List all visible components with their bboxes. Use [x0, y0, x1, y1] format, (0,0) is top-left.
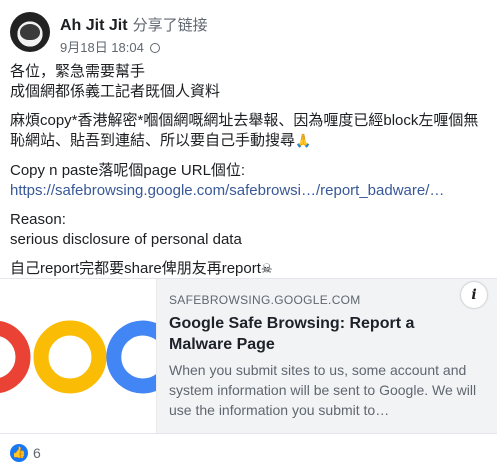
link-preview-info[interactable]: SAFEBROWSING.GOOGLE.COM Google Safe Brow…: [157, 279, 497, 433]
privacy-icon: [150, 43, 161, 53]
link-domain: SAFEBROWSING.GOOGLE.COM: [169, 293, 361, 307]
post-line: Reason:: [10, 211, 66, 228]
post-line: 恥網站、貼吾到連結、所以要自己手動搜尋🙏: [10, 132, 312, 149]
link-preview-card[interactable]: SAFEBROWSING.GOOGLE.COM Google Safe Brow…: [0, 278, 497, 434]
post-line: 麻煩copy*香港解密*嗰個網嘅網址去舉報、因為喱度已經block左喱個無: [10, 112, 479, 129]
post-line: Copy n paste落呢個page URL個位:: [10, 162, 246, 179]
skull-icon: ☠: [260, 262, 273, 277]
like-icon: 👍: [10, 444, 28, 462]
post-line: 成個網都係義工記者既個人資料: [10, 83, 221, 100]
post-text: 各位，緊急需要幫手 成個網都係義工記者既個人資料 麻煩copy*香港解密*嗰個網…: [10, 62, 490, 280]
post-timestamp[interactable]: 9月18日 18:04: [60, 37, 161, 56]
author-line: Ah Jit Jit 分享了链接: [60, 14, 208, 35]
share-action-text: 分享了链接: [132, 17, 208, 34]
link-preview-image[interactable]: [0, 279, 157, 433]
timestamp-text[interactable]: 9月18日 18:04: [60, 40, 144, 55]
avatar[interactable]: [10, 12, 50, 52]
reaction-count[interactable]: 6: [33, 445, 41, 461]
author-name[interactable]: Ah Jit Jit: [60, 17, 128, 34]
google-logo-partial-icon: [0, 320, 156, 394]
pray-icon: 🙏: [295, 134, 312, 149]
link-title[interactable]: Google Safe Browsing: Report a Malware P…: [169, 313, 469, 355]
post-line: serious disclosure of personal data: [10, 231, 242, 248]
post-line: 各位，緊急需要幫手: [10, 63, 146, 80]
report-url-link[interactable]: https://safebrowsing.google.com/safebrow…: [10, 181, 490, 201]
link-description: When you submit sites to us, some accoun…: [169, 362, 477, 418]
info-icon[interactable]: i: [461, 282, 487, 308]
post-line: 自己report完都要share俾朋友再report☠: [10, 260, 273, 277]
post-header: Ah Jit Jit 分享了链接 9月18日 18:04: [10, 8, 490, 56]
